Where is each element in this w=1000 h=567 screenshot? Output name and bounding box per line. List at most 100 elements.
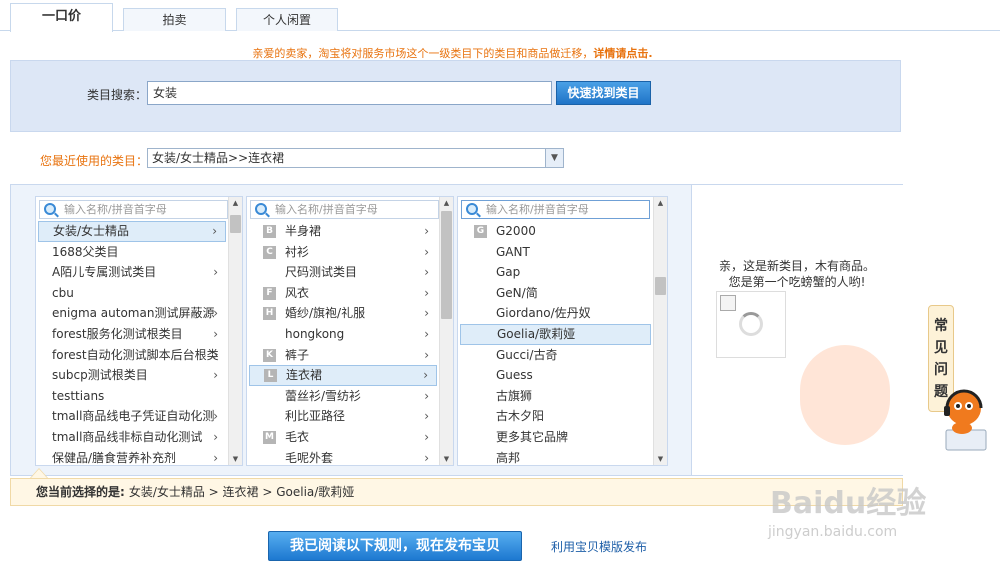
column-3-filter-input[interactable]: 输入名称/拼音首字母 — [461, 200, 650, 219]
list-item[interactable]: 女装/女士精品 › — [38, 221, 226, 242]
item-label: forest自动化测试脚本后台根类 — [52, 347, 219, 362]
list-item[interactable]: M 毛衣 › — [249, 427, 437, 448]
mascot-watermark-icon — [800, 345, 890, 445]
list-item[interactable]: 毛呢外套 › — [249, 448, 437, 465]
list-item[interactable]: 古木夕阳 — [460, 406, 651, 427]
scroll-up-icon[interactable]: ▲ — [654, 197, 667, 209]
list-item[interactable]: F 风衣 › — [249, 283, 437, 304]
list-item[interactable]: K 裤子 › — [249, 345, 437, 366]
list-item[interactable]: tmall商品线非标自动化测试 › — [38, 427, 226, 448]
list-item[interactable]: Gucci/古奇 — [460, 345, 651, 366]
column-1-placeholder: 输入名称/拼音首字母 — [64, 203, 167, 216]
list-item[interactable]: 更多其它品牌 — [460, 427, 651, 448]
list-item[interactable]: Giordano/佐丹奴 — [460, 303, 651, 324]
notice-text: 亲爱的卖家，淘宝将对服务市场这个一级类目下的类目和商品做迁移， — [252, 47, 594, 60]
chevron-right-icon: › — [424, 409, 429, 424]
selection-label: 您当前选择的是: — [36, 485, 125, 499]
column-2-scrollbar[interactable]: ▲ ▼ — [439, 197, 453, 465]
template-publish-link[interactable]: 利用宝贝模版发布 — [551, 538, 647, 555]
list-item[interactable]: 古旗狮 — [460, 386, 651, 407]
item-label: 保健品/膳食营养补充剂 — [52, 450, 177, 465]
item-label: 利比亚路径 — [285, 409, 346, 424]
list-item[interactable]: 1688父类目 — [38, 242, 226, 263]
scroll-down-icon[interactable]: ▼ — [229, 453, 242, 465]
recent-category-select[interactable]: 女装/女士精品>>连衣裙 ▼ — [147, 148, 564, 168]
list-item[interactable]: cbu — [38, 283, 226, 304]
tab-auction[interactable]: 拍卖 — [123, 8, 226, 31]
column-3-scrollbar[interactable]: ▲ ▼ — [653, 197, 667, 465]
list-item[interactable]: G G2000 — [460, 221, 651, 242]
scroll-down-icon[interactable]: ▼ — [440, 453, 453, 465]
item-label: subcp测试根类目 — [52, 368, 148, 383]
list-item[interactable]: B 半身裙 › — [249, 221, 437, 242]
scroll-thumb[interactable] — [441, 211, 452, 319]
list-item[interactable]: Gap — [460, 262, 651, 283]
tab-fixed-price[interactable]: 一口价 — [10, 3, 113, 32]
column-1-filter-input[interactable]: 输入名称/拼音首字母 — [39, 200, 228, 219]
scroll-down-icon[interactable]: ▼ — [654, 453, 667, 465]
index-letter: M — [263, 430, 276, 444]
list-item[interactable]: 尺码测试类目 › — [249, 262, 437, 283]
scroll-thumb[interactable] — [230, 215, 241, 233]
list-item[interactable]: 蕾丝衫/雪纺衫 › — [249, 386, 437, 407]
list-item[interactable]: subcp测试根类目 › — [38, 365, 226, 386]
baidu-watermark-url: jingyan.baidu.com — [768, 524, 898, 540]
list-item[interactable]: 保健品/膳食营养补充剂 › — [38, 448, 226, 465]
list-item[interactable]: 高邦 — [460, 448, 651, 465]
list-item[interactable]: A陌儿专属测试类目 › — [38, 262, 226, 283]
scroll-up-icon[interactable]: ▲ — [229, 197, 242, 209]
category-picker: 输入名称/拼音首字母 女装/女士精品 › 1688父类目 A陌儿专属测试类目 › c… — [10, 184, 904, 476]
list-item[interactable]: hongkong › — [249, 324, 437, 345]
item-label: forest服务化测试根类目 — [52, 326, 183, 341]
column-2-list: B 半身裙 › C 衬衫 › 尺码测试类目 › F 风衣 › H 婚纱/旗袍/礼服 › hongk… — [249, 221, 437, 465]
chevron-right-icon: › — [424, 265, 429, 280]
list-item[interactable]: GANT — [460, 242, 651, 263]
list-item[interactable]: H 婚纱/旗袍/礼服 › — [249, 303, 437, 324]
notice-details-link[interactable]: 详情请点击. — [593, 47, 652, 60]
chevron-right-icon: › — [424, 285, 429, 300]
category-column-2: 输入名称/拼音首字母 B 半身裙 › C 衬衫 › 尺码测试类目 › F 风衣 › H 婚纱/旗… — [246, 196, 454, 466]
quick-find-button[interactable]: 快速找到类目 — [556, 81, 651, 105]
category-info-panel: 亲，这是新类目，木有商品。 您是第一个吃螃蟹的人哟! — [691, 185, 904, 475]
chevron-right-icon: › — [424, 347, 429, 362]
list-item[interactable]: forest自动化测试脚本后台根类 › — [38, 345, 226, 366]
item-label: Gap — [496, 265, 521, 280]
item-label: 半身裙 — [285, 224, 322, 238]
list-item[interactable]: Guess — [460, 365, 651, 386]
scroll-up-icon[interactable]: ▲ — [440, 197, 453, 209]
column-1-scrollbar[interactable]: ▲ ▼ — [228, 197, 242, 465]
search-label: 类目搜索： — [87, 88, 148, 102]
category-column-1: 输入名称/拼音首字母 女装/女士精品 › 1688父类目 A陌儿专属测试类目 › c… — [35, 196, 243, 466]
loading-spinner-icon — [739, 312, 763, 336]
list-item[interactable]: forest服务化测试根类目 › — [38, 324, 226, 345]
list-item[interactable]: 利比亚路径 › — [249, 406, 437, 427]
chevron-right-icon: › — [424, 224, 429, 238]
list-item[interactable]: C 衬衫 › — [249, 242, 437, 263]
list-item[interactable]: GeN/简 — [460, 283, 651, 304]
list-item[interactable]: tmall商品线电子凭证自动化测 › — [38, 406, 226, 427]
item-label: hongkong — [285, 326, 345, 341]
list-item[interactable]: L 连衣裙 › — [249, 365, 437, 386]
item-label: 更多其它品牌 — [496, 429, 569, 444]
list-item[interactable]: enigma automan测试屏蔽源 › — [38, 303, 226, 324]
item-label: tmall商品线电子凭证自动化测 — [52, 409, 215, 424]
item-label: GeN/简 — [496, 285, 538, 300]
tab-personal-idle[interactable]: 个人闲置 — [236, 8, 338, 31]
publish-button[interactable]: 我已阅读以下规则，现在发布宝贝 — [268, 531, 522, 561]
item-label: testtians — [52, 388, 105, 403]
search-icon — [44, 203, 56, 215]
item-label: A陌儿专属测试类目 — [52, 265, 157, 280]
chevron-down-icon[interactable]: ▼ — [545, 149, 563, 167]
chevron-right-icon: › — [213, 265, 218, 280]
list-item[interactable]: testtians — [38, 386, 226, 407]
scroll-thumb[interactable] — [655, 277, 666, 295]
faq-char: 见 — [934, 340, 948, 356]
item-label: Giordano/佐丹奴 — [496, 306, 591, 321]
item-label: Goelia/歌莉娅 — [497, 326, 576, 341]
item-label: 女装/女士精品 — [53, 224, 130, 238]
column-2-filter-input[interactable]: 输入名称/拼音首字母 — [250, 200, 439, 219]
list-item[interactable]: Goelia/歌莉娅 — [460, 323, 651, 345]
category-search-input[interactable]: 女装 — [147, 81, 552, 105]
index-letter: G — [474, 225, 487, 238]
chevron-right-icon: › — [424, 429, 429, 444]
